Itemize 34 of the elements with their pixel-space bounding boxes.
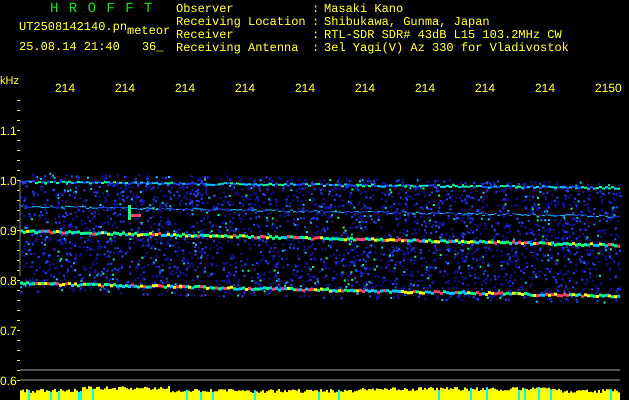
- frequency-label: 214: [415, 81, 436, 95]
- level-label: 0.8: [0, 274, 17, 288]
- info-colon: :: [312, 29, 320, 42]
- frequency-label: 214: [55, 81, 76, 95]
- level-label: 0.7: [0, 324, 17, 338]
- info-value: 3el Yagi(V) Az 330 for Vladivostok: [324, 42, 569, 55]
- info-colon: :: [312, 3, 320, 16]
- app-title: H R O F F T: [49, 2, 154, 17]
- frequency-label: 214: [475, 81, 496, 95]
- axis-unit: kHz: [0, 75, 19, 87]
- frequency-label: 214: [535, 81, 556, 95]
- level-label: 1.1: [0, 124, 17, 138]
- level-label: 0.6: [0, 374, 17, 388]
- info-colon: :: [312, 16, 320, 29]
- info-label: Receiving Antenna: [176, 42, 300, 55]
- frequency-label: 214: [175, 81, 196, 95]
- info-label: Receiving Location: [176, 16, 307, 29]
- file-name: UT2508142140.pn: [19, 21, 128, 34]
- event-count: 36_: [142, 41, 164, 54]
- level-label: 0.9: [0, 224, 17, 238]
- event-tag: meteor: [127, 25, 170, 38]
- level-label: 1.0: [0, 174, 17, 188]
- info-value: RTL-SDR SDR# 43dB L15 103.2MHz CW: [324, 29, 562, 42]
- info-value: Shibukawa, Gunma, Japan: [324, 16, 490, 29]
- info-label: Receiver: [176, 29, 235, 42]
- frequency-label: 214: [115, 81, 136, 95]
- info-label: Observer: [176, 3, 235, 16]
- frequency-label: 214: [295, 81, 316, 95]
- frequency-label: 2150: [595, 81, 622, 95]
- info-value: Masaki Kano: [324, 3, 404, 16]
- info-colon: :: [312, 42, 320, 55]
- frequency-label: 214: [235, 81, 256, 95]
- frequency-label: 214: [355, 81, 376, 95]
- date-time: 25.08.14 21:40: [19, 41, 120, 54]
